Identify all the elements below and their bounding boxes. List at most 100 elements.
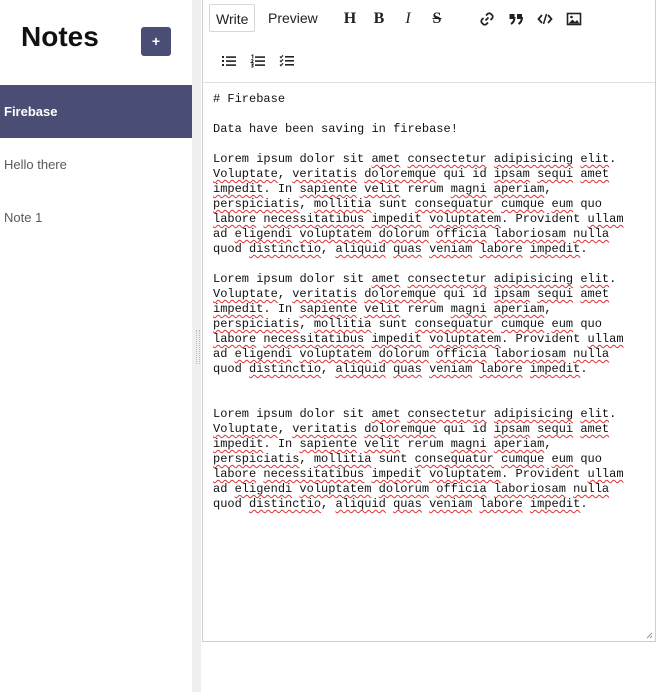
note-item-hello-there[interactable]: Hello there xyxy=(0,138,192,191)
image-icon[interactable] xyxy=(563,8,585,30)
misspelled-word: labore xyxy=(479,497,523,511)
misspelled-word: impedit xyxy=(371,332,422,346)
editor-line: impedit. In sapiente velit rerum magni a… xyxy=(213,437,552,451)
misspelled-word: officia xyxy=(436,482,487,496)
misspelled-word: voluptatem xyxy=(429,332,502,346)
ordered-list-icon[interactable] xyxy=(247,50,269,72)
misspelled-word: voluptatem xyxy=(429,467,502,481)
editor-toolbar: Write Preview H B I S xyxy=(203,0,655,83)
editor-line: Data have been saving in firebase! xyxy=(213,122,458,136)
link-icon[interactable] xyxy=(476,8,498,30)
misspelled-word: ipsam xyxy=(493,422,530,436)
editor-line: perspiciatis, mollitia sunt consequatur … xyxy=(213,197,602,211)
misspelled-word: veritatis xyxy=(292,287,358,301)
misspelled-word: quas xyxy=(393,242,422,256)
misspelled-word: velit xyxy=(364,437,401,451)
misspelled-word: voluptatem xyxy=(299,227,372,241)
misspelled-word: amet xyxy=(371,272,401,286)
misspelled-word: ipsam xyxy=(493,167,530,181)
misspelled-word: Voluptate xyxy=(213,167,278,181)
strikethrough-icon[interactable]: S xyxy=(426,8,448,30)
misspelled-word: cumque xyxy=(501,317,545,331)
resize-handle-icon[interactable] xyxy=(645,631,653,639)
misspelled-word: officia xyxy=(436,227,487,241)
misspelled-word: labore xyxy=(479,242,523,256)
misspelled-word: Voluptate xyxy=(213,287,278,301)
misspelled-word: Voluptate xyxy=(213,422,278,436)
misspelled-word: consequatur xyxy=(414,197,494,211)
misspelled-word: amet xyxy=(580,287,610,301)
misspelled-word: veritatis xyxy=(292,422,358,436)
sidebar: Notes + Firebase Hello there Note 1 xyxy=(0,0,192,692)
note-item-firebase[interactable]: Firebase xyxy=(0,85,192,138)
editor-line: quod distinctio, aliquid quas veniam lab… xyxy=(213,362,588,376)
tab-preview[interactable]: Preview xyxy=(262,4,324,32)
misspelled-word: distinctio xyxy=(249,362,322,376)
misspelled-word: sequi xyxy=(537,167,574,181)
add-note-button[interactable]: + xyxy=(141,27,171,56)
editor-line: impedit. In sapiente velit rerum magni a… xyxy=(213,182,552,196)
editor-line: ad eligendi voluptatem dolorum officia l… xyxy=(213,347,610,361)
misspelled-word: voluptatem xyxy=(299,347,372,361)
note-item-note-1[interactable]: Note 1 xyxy=(0,191,192,244)
misspelled-word: eum xyxy=(551,317,574,331)
misspelled-word: nulla xyxy=(573,347,610,361)
misspelled-word: quas xyxy=(393,362,422,376)
misspelled-word: voluptatem xyxy=(299,482,372,496)
misspelled-word: dolorum xyxy=(378,482,430,496)
misspelled-word: distinctio xyxy=(249,242,322,256)
misspelled-word: ipsam xyxy=(493,287,530,301)
misspelled-word: labore xyxy=(213,467,257,481)
misspelled-word: aliquid xyxy=(335,362,386,376)
misspelled-word: eligendi xyxy=(234,482,293,496)
misspelled-word: adipisicing xyxy=(493,407,574,421)
misspelled-word: consequatur xyxy=(414,317,494,331)
misspelled-word: perspiciatis xyxy=(213,197,300,211)
misspelled-word: eligendi xyxy=(234,347,293,361)
misspelled-word: mollitia xyxy=(313,452,372,466)
editor-line: Lorem ipsum dolor sit amet consectetur a… xyxy=(213,272,617,286)
misspelled-word: labore xyxy=(479,362,523,376)
editor-line: quod distinctio, aliquid quas veniam lab… xyxy=(213,242,588,256)
app-title: Notes xyxy=(21,21,99,52)
misspelled-word: laboriosam xyxy=(493,482,566,496)
misspelled-word: velit xyxy=(364,302,401,316)
misspelled-word: eligendi xyxy=(234,227,293,241)
misspelled-word: voluptatem xyxy=(429,212,502,226)
italic-glyph: I xyxy=(405,10,411,27)
misspelled-word: necessitatibus xyxy=(263,467,365,481)
misspelled-word: impedit xyxy=(529,362,581,376)
misspelled-word: doloremque xyxy=(364,287,437,301)
splitter-grip-icon[interactable] xyxy=(196,330,200,364)
misspelled-word: elit xyxy=(580,152,610,166)
editor-line: labore necessitatibus impedit voluptatem… xyxy=(213,332,624,346)
code-icon[interactable] xyxy=(534,8,556,30)
unordered-list-icon[interactable] xyxy=(218,50,240,72)
tab-write[interactable]: Write xyxy=(209,4,256,32)
misspelled-word: impedit xyxy=(213,302,264,316)
italic-icon[interactable]: I xyxy=(397,8,419,30)
misspelled-word: elit xyxy=(580,272,610,286)
heading-icon[interactable]: H xyxy=(339,8,361,30)
quote-icon[interactable] xyxy=(505,8,527,30)
misspelled-word: velit xyxy=(364,182,401,196)
checked-list-icon[interactable] xyxy=(276,50,298,72)
misspelled-word: necessitatibus xyxy=(263,332,365,346)
misspelled-word: necessitatibus xyxy=(263,212,365,226)
bold-icon[interactable]: B xyxy=(368,8,390,30)
markdown-textarea[interactable]: # Firebase Data have been saving in fire… xyxy=(213,92,645,512)
misspelled-word: sapiente xyxy=(299,182,358,196)
misspelled-word: magni xyxy=(450,182,487,196)
editor-line: Voluptate, veritatis doloremque qui id i… xyxy=(213,422,610,436)
misspelled-word: amet xyxy=(371,152,401,166)
misspelled-word: nulla xyxy=(573,227,610,241)
misspelled-word: impedit xyxy=(371,467,422,481)
editor-line: ad eligendi voluptatem dolorum officia l… xyxy=(213,482,610,496)
editor-line: Voluptate, veritatis doloremque qui id i… xyxy=(213,167,610,181)
misspelled-word: amet xyxy=(580,422,610,436)
misspelled-word: laboriosam xyxy=(493,227,566,241)
misspelled-word: elit xyxy=(580,407,610,421)
misspelled-word: eum xyxy=(551,452,574,466)
